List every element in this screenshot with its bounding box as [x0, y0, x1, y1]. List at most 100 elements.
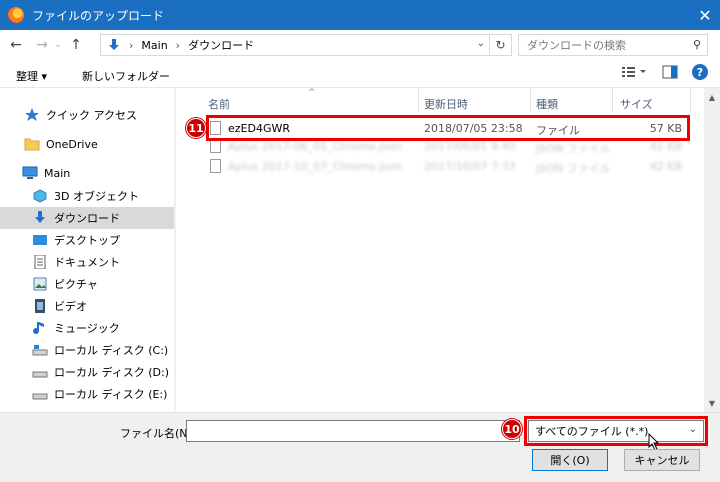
document-icon: [34, 255, 46, 269]
file-name: Aplus 2017-10_07_Chrome.json: [228, 160, 402, 173]
search-placeholder: ダウンロードの検索: [527, 39, 626, 52]
scroll-down-icon[interactable]: ▼: [174, 396, 176, 410]
file-name: Aplus 2017-06_01_Chrome.json: [228, 140, 402, 153]
column-divider: [690, 88, 691, 112]
nav-label: ミュージック: [54, 322, 120, 335]
column-header: 名前 ^ 更新日時 種類 サイズ: [180, 88, 700, 114]
column-divider: [418, 88, 419, 112]
file-date: 2017/10/07 7:33: [424, 160, 516, 173]
nav-label: クイック アクセス: [46, 109, 137, 122]
forward-arrow-icon[interactable]: →: [32, 35, 52, 55]
file-icon: [210, 139, 221, 153]
cancel-button[interactable]: キャンセル: [624, 449, 700, 471]
new-folder-button[interactable]: 新しいフォルダー: [82, 68, 170, 84]
file-row[interactable]: Aplus 2017-10_07_Chrome.json 2017/10/07 …: [204, 157, 684, 177]
scroll-up-icon[interactable]: ▲: [174, 90, 176, 104]
column-type[interactable]: 種類: [536, 96, 558, 112]
navigation-pane: クイック アクセス OneDrive Main 3D オブジェクト ダウンロード…: [0, 88, 176, 412]
view-controls: ?: [622, 64, 708, 80]
file-size: 42 KB: [649, 160, 682, 173]
desktop-icon: [33, 235, 47, 245]
address-bar[interactable]: › Main › ダウンロード ⌄ ↻: [100, 34, 512, 56]
scroll-down-icon[interactable]: ▼: [704, 396, 720, 410]
recent-chevron-icon[interactable]: ⌄: [52, 35, 64, 55]
nav-label: デスクトップ: [54, 234, 120, 247]
address-row: ← → ⌄ ↑ › Main › ダウンロード ⌄ ↻ ダウンロードの検索 ⚲: [0, 30, 720, 60]
highlight-box-filter: [524, 416, 708, 446]
column-divider: [612, 88, 613, 112]
file-date: 2017/06/01 9:40: [424, 140, 516, 153]
nav-label: OneDrive: [46, 137, 98, 151]
column-date[interactable]: 更新日時: [424, 96, 468, 112]
nav-scrollbar[interactable]: ▲ ▼: [174, 88, 176, 412]
help-icon[interactable]: ?: [692, 64, 708, 80]
breadcrumb-separator: ›: [175, 38, 181, 52]
callout-badge: 10: [502, 419, 522, 439]
filename-input[interactable]: [186, 420, 520, 442]
nav-item-quick-access[interactable]: クイック アクセス: [0, 104, 174, 126]
nav-item-disk-e[interactable]: ローカル ディスク (E:): [0, 383, 174, 405]
disk-icon: [32, 393, 48, 400]
nav-item-3d-objects[interactable]: 3D オブジェクト: [0, 185, 174, 207]
video-icon: [35, 299, 45, 313]
download-icon: [35, 211, 45, 223]
search-input[interactable]: ダウンロードの検索 ⚲: [518, 34, 708, 56]
filename-label: ファイル名(N):: [120, 427, 196, 440]
computer-icon: [22, 166, 38, 179]
chevron-down-icon[interactable]: ⌄: [477, 38, 485, 49]
firefox-icon: [8, 7, 24, 23]
disk-icon: [32, 371, 48, 378]
nav-label: ローカル ディスク (E:): [54, 388, 168, 401]
column-name[interactable]: 名前: [208, 96, 230, 112]
file-type: JSON ファイル: [536, 162, 611, 175]
close-icon[interactable]: ✕: [690, 0, 720, 30]
file-type: JSON ファイル: [536, 142, 611, 155]
column-divider: [530, 88, 531, 112]
sort-arrow-icon: ^: [308, 88, 316, 98]
back-arrow-icon[interactable]: ←: [6, 35, 26, 55]
nav-item-disk-c[interactable]: ローカル ディスク (C:): [0, 339, 174, 361]
nav-item-music[interactable]: ミュージック: [0, 317, 174, 339]
disk-icon: [32, 345, 48, 356]
callout-badge: 11: [186, 118, 206, 138]
nav-item-desktop[interactable]: デスクトップ: [0, 229, 174, 251]
scroll-up-icon[interactable]: ▲: [704, 90, 720, 104]
preview-pane-icon[interactable]: [662, 65, 678, 79]
search-icon[interactable]: ⚲: [693, 38, 701, 51]
cube-icon: [33, 189, 47, 203]
nav-item-main[interactable]: Main: [0, 162, 174, 184]
nav-label: ローカル ディスク (D:): [54, 366, 169, 379]
bottom-panel: ファイル名(N): すべてのファイル (*.*) ⌄ 10 開く(O) キャンセ…: [0, 412, 720, 482]
view-options-icon[interactable]: [622, 65, 648, 79]
nav-item-disk-d[interactable]: ローカル ディスク (D:): [0, 361, 174, 383]
organize-button[interactable]: 整理 ▾: [16, 68, 47, 84]
nav-label: Main: [44, 166, 71, 180]
music-icon: [33, 322, 44, 335]
folder-icon: [24, 138, 40, 151]
nav-item-documents[interactable]: ドキュメント: [0, 251, 174, 273]
download-folder-icon: [109, 39, 119, 50]
nav-item-downloads[interactable]: ダウンロード: [0, 207, 174, 229]
breadcrumb-separator: ›: [129, 38, 134, 52]
title-bar: ファイルのアップロード ✕: [0, 0, 720, 30]
nav-label: ドキュメント: [54, 256, 120, 269]
nav-item-videos[interactable]: ビデオ: [0, 295, 174, 317]
command-bar: 整理 ▾ 新しいフォルダー ?: [0, 60, 720, 88]
nav-item-onedrive[interactable]: OneDrive: [0, 133, 174, 155]
breadcrumb-main[interactable]: Main: [141, 39, 167, 52]
nav-label: ピクチャ: [54, 278, 98, 291]
star-icon: [25, 108, 39, 121]
nav-label: 3D オブジェクト: [54, 190, 139, 203]
file-size: 42 KB: [649, 140, 682, 153]
nav-item-pictures[interactable]: ピクチャ: [0, 273, 174, 295]
highlight-box-file: [206, 115, 690, 141]
column-size[interactable]: サイズ: [620, 96, 653, 112]
file-icon: [210, 159, 221, 173]
window-title: ファイルのアップロード: [32, 8, 165, 23]
refresh-icon[interactable]: ↻: [489, 35, 511, 55]
nav-label: ローカル ディスク (C:): [54, 344, 169, 357]
up-arrow-icon[interactable]: ↑: [66, 35, 86, 55]
file-list-scrollbar[interactable]: ▲ ▼: [704, 88, 720, 412]
breadcrumb-downloads[interactable]: ダウンロード: [188, 37, 254, 53]
open-button[interactable]: 開く(O): [532, 449, 608, 471]
